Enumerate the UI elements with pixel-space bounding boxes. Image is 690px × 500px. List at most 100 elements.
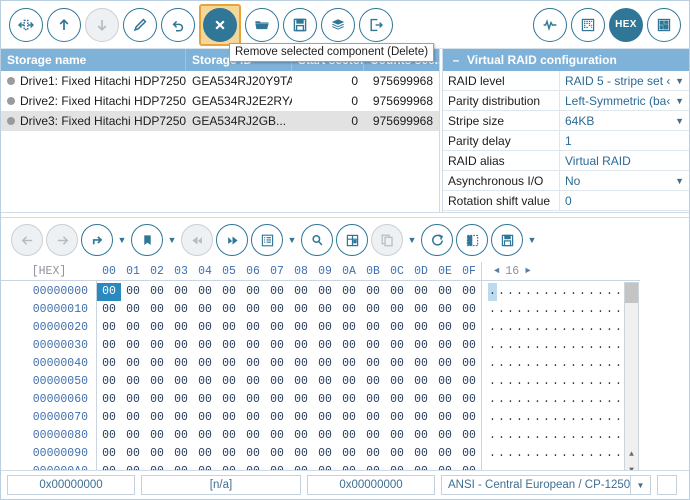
ascii-cell[interactable]: . <box>533 409 542 427</box>
hex-byte-cell[interactable]: 00 <box>97 301 121 319</box>
hex-byte-cell[interactable]: 00 <box>289 427 313 445</box>
hex-byte-cell[interactable]: 00 <box>265 355 289 373</box>
hex-byte-cell[interactable]: 00 <box>121 391 145 409</box>
hex-byte-cell[interactable]: 00 <box>361 319 385 337</box>
ascii-cell[interactable]: . <box>596 373 605 391</box>
hex-byte-cell[interactable]: 00 <box>121 373 145 391</box>
ascii-cell[interactable]: . <box>578 409 587 427</box>
ascii-cell[interactable]: . <box>569 319 578 337</box>
hex-byte-cell[interactable]: 00 <box>241 301 265 319</box>
ascii-cell[interactable]: . <box>596 337 605 355</box>
hex-byte-cell[interactable]: 00 <box>97 445 121 463</box>
hex-byte-cell[interactable]: 00 <box>145 337 169 355</box>
hex-byte-cell[interactable]: 00 <box>385 409 409 427</box>
hex-byte-cell[interactable]: 00 <box>97 283 121 301</box>
ascii-cell[interactable]: . <box>614 337 623 355</box>
hex-byte-cell[interactable]: 00 <box>409 445 433 463</box>
ascii-grid[interactable]: ........................................… <box>482 281 640 481</box>
ascii-cell[interactable]: . <box>587 319 596 337</box>
templates-icon[interactable] <box>251 224 283 256</box>
ascii-cell[interactable]: . <box>542 283 551 301</box>
hex-byte-cell[interactable]: 00 <box>433 355 457 373</box>
ascii-cell[interactable]: . <box>596 319 605 337</box>
ascii-cell[interactable]: . <box>596 409 605 427</box>
hex-byte-cell[interactable]: 00 <box>409 355 433 373</box>
hex-byte-cell[interactable]: 00 <box>337 427 361 445</box>
ascii-cell[interactable]: . <box>488 409 497 427</box>
hex-byte-cell[interactable]: 00 <box>121 337 145 355</box>
hex-byte-cell[interactable]: 00 <box>121 301 145 319</box>
pulse-icon[interactable] <box>533 7 567 42</box>
ascii-cell[interactable]: . <box>614 445 623 463</box>
hex-byte-cell[interactable]: 00 <box>313 409 337 427</box>
ascii-cell[interactable]: . <box>515 301 524 319</box>
ascii-cell[interactable]: . <box>569 337 578 355</box>
ascii-cell[interactable]: . <box>488 445 497 463</box>
scrollbar[interactable]: ▲ ▼ <box>624 282 639 479</box>
hex-byte-cell[interactable]: 00 <box>241 355 265 373</box>
hex-byte-cell[interactable]: 00 <box>313 301 337 319</box>
ascii-cell[interactable]: . <box>533 355 542 373</box>
ascii-cell[interactable]: . <box>614 409 623 427</box>
ascii-cell[interactable]: . <box>551 337 560 355</box>
hex-byte-cell[interactable]: 00 <box>121 319 145 337</box>
hex-byte-cell[interactable]: 00 <box>385 391 409 409</box>
ascii-cell[interactable]: . <box>551 409 560 427</box>
ascii-cell[interactable]: . <box>587 283 596 301</box>
hex-byte-cell[interactable]: 00 <box>457 373 481 391</box>
hex-byte-cell[interactable]: 00 <box>97 355 121 373</box>
hex-byte-cell[interactable]: 00 <box>409 373 433 391</box>
hex-byte-cell[interactable]: 00 <box>121 283 145 301</box>
ascii-cell[interactable]: . <box>497 355 506 373</box>
blocks-icon[interactable] <box>647 7 681 42</box>
hex-byte-cell[interactable]: 00 <box>457 283 481 301</box>
ascii-cell[interactable]: . <box>569 391 578 409</box>
ascii-cell[interactable]: . <box>515 373 524 391</box>
ascii-cell[interactable]: . <box>596 301 605 319</box>
ascii-cell[interactable]: . <box>551 427 560 445</box>
hex-byte-cell[interactable]: 00 <box>169 409 193 427</box>
edit-component-icon[interactable] <box>123 7 157 42</box>
ascii-cell[interactable]: . <box>515 319 524 337</box>
ascii-cell[interactable]: . <box>587 373 596 391</box>
ascii-cell[interactable]: . <box>551 301 560 319</box>
ascii-cell[interactable]: . <box>551 319 560 337</box>
hex-byte-cell[interactable]: 00 <box>337 337 361 355</box>
hex-byte-cell[interactable]: 00 <box>145 445 169 463</box>
ascii-cell[interactable]: . <box>524 355 533 373</box>
hex-byte-cell[interactable]: 00 <box>313 355 337 373</box>
hex-byte-cell[interactable]: 00 <box>409 391 433 409</box>
hex-byte-cell[interactable]: 00 <box>409 409 433 427</box>
hex-byte-cell[interactable]: 00 <box>265 319 289 337</box>
ascii-cell[interactable]: . <box>587 355 596 373</box>
hex-byte-cell[interactable]: 00 <box>385 427 409 445</box>
remove-component-icon[interactable] <box>203 7 237 42</box>
ascii-cell[interactable]: . <box>596 391 605 409</box>
ascii-cell[interactable]: . <box>551 355 560 373</box>
ascii-cell[interactable]: . <box>560 337 569 355</box>
table-row[interactable]: Drive1: Fixed Hitachi HDP7250... GEA534R… <box>1 71 439 91</box>
list-item[interactable]: Parity distribution Left-Symmetric (ba‹ … <box>443 91 689 111</box>
ascii-cell[interactable]: . <box>488 301 497 319</box>
stepper-prev-icon[interactable]: ◄ <box>494 266 499 276</box>
hex-byte-cell[interactable]: 00 <box>385 283 409 301</box>
ascii-cell[interactable]: . <box>497 427 506 445</box>
ascii-cell[interactable]: . <box>605 301 614 319</box>
hex-byte-cell[interactable]: 00 <box>169 283 193 301</box>
ascii-cell[interactable]: . <box>524 409 533 427</box>
hex-byte-cell[interactable]: 00 <box>457 445 481 463</box>
chevron-down-icon[interactable]: ▼ <box>675 111 684 130</box>
refresh-icon[interactable] <box>421 224 453 256</box>
hex-byte-cell[interactable]: 00 <box>385 301 409 319</box>
ascii-cell[interactable]: . <box>578 427 587 445</box>
ascii-cell[interactable]: . <box>596 445 605 463</box>
save-hex-icon[interactable] <box>491 224 523 256</box>
hex-byte-cell[interactable]: 00 <box>241 337 265 355</box>
hex-byte-cell[interactable]: 00 <box>433 301 457 319</box>
ascii-cell[interactable]: . <box>515 355 524 373</box>
hex-byte-cell[interactable]: 00 <box>265 337 289 355</box>
collapse-icon[interactable]: – <box>449 53 463 67</box>
hex-byte-cell[interactable]: 00 <box>217 373 241 391</box>
hex-byte-cell[interactable]: 00 <box>361 373 385 391</box>
ascii-cell[interactable]: . <box>578 391 587 409</box>
